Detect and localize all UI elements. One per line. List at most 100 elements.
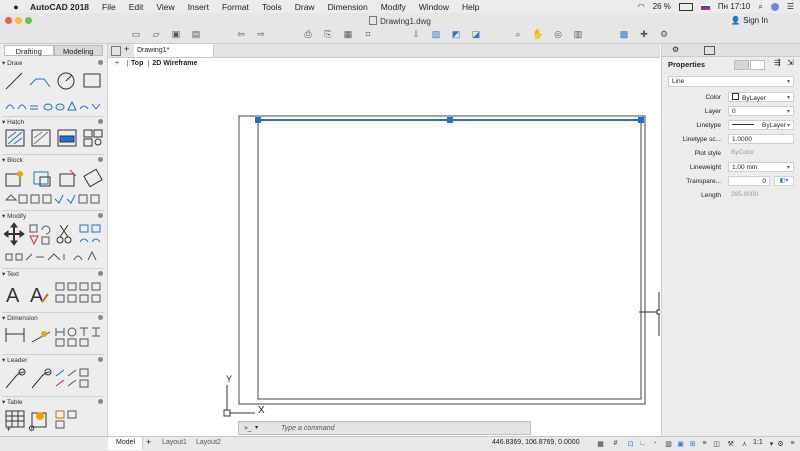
tab-drawing1[interactable]: Drawing1* [134,44,214,57]
isodraft-icon[interactable]: ▥ [664,439,673,448]
clock[interactable]: Пн 17:10 [718,2,750,11]
notification-center-icon[interactable]: ☰ [787,2,794,11]
menu-view[interactable]: View [156,2,174,12]
object-snap-tracking-icon[interactable]: ⊞ [688,439,697,448]
model-space-icon[interactable]: ▦ [596,439,605,448]
prop-lineweight-select[interactable]: 1.00 mm ▾ [728,162,794,172]
publish-icon[interactable]: ▦ [342,29,354,40]
save-as-icon[interactable]: ▤ [190,29,202,40]
section-text[interactable]: ▾ Text [2,270,105,278]
layer-icon[interactable]: ▧ [430,29,442,40]
drawing-canvas[interactable]: Y X [108,58,660,436]
section-options-icon[interactable] [98,399,103,404]
prop-color-select[interactable]: ByLayer ▾ [728,92,794,102]
menu-insert[interactable]: Insert [188,2,209,12]
coordinates-readout[interactable]: 446.8369, 106.8769, 0.0000 [492,439,580,446]
section-options-icon[interactable] [98,60,103,65]
sign-in-button[interactable]: 👤 Sign In [731,16,768,25]
select-objects-icon[interactable]: ⇲ [787,58,794,67]
flag-icon[interactable] [700,3,710,10]
view-manager-icon[interactable]: ▥ [572,29,584,40]
wifi-icon[interactable]: ◠ [638,2,645,11]
search-icon[interactable]: ⌕ [758,2,762,12]
prop-layer-select[interactable]: 0 ▾ [728,106,794,116]
snap-icon[interactable]: ⊡ [626,439,635,448]
annotation-scale-icon[interactable]: ⋏ [740,439,749,448]
add-palette-icon[interactable]: + [6,424,11,434]
apple-icon[interactable]: ● [10,2,22,12]
command-line[interactable]: >_ ▾ Type a command [238,421,531,435]
menu-app-name[interactable]: AutoCAD 2018 [30,2,89,12]
annotation-scale-value[interactable]: 1:1 [753,439,763,446]
section-hatch[interactable]: ▾ Hatch [2,118,105,126]
download-icon[interactable]: ⇩ [410,29,422,40]
tab-layout2[interactable]: Layout2 [196,439,221,446]
section-options-icon[interactable] [98,119,103,124]
transparency-mode-select[interactable]: ◧▾ [774,176,794,186]
section-options-icon[interactable] [98,271,103,276]
menu-tools[interactable]: Tools [262,2,282,12]
section-options-icon[interactable] [98,357,103,362]
workspace-icon[interactable]: ▩ [618,29,630,40]
section-leader[interactable]: ▾ Leader [2,356,105,364]
viewport-menu[interactable]: + [115,60,119,67]
batch-plot-icon[interactable]: ⎘ [322,29,334,40]
layers-tab-icon[interactable] [704,46,715,55]
palette-settings-icon[interactable]: ⚙ [28,424,35,433]
plot-icon[interactable]: ⎙ [302,29,314,40]
battery-icon[interactable] [678,2,693,11]
section-modify[interactable]: ▾ Modify [2,212,105,220]
chevron-down-icon[interactable]: ▾ [255,424,258,431]
tab-drafting[interactable]: Drafting [4,45,54,56]
app-store-icon[interactable]: ✚ [638,29,650,40]
open-file-icon[interactable]: ▱ [150,29,162,40]
menu-edit[interactable]: Edit [129,2,144,12]
section-table[interactable]: ▾ Table [2,398,105,406]
undo-icon[interactable]: ⇦ [235,29,247,40]
view-name[interactable]: Top [127,60,144,67]
new-file-icon[interactable]: ▭ [130,29,142,40]
settings-icon[interactable]: ⚙ [658,29,670,40]
my-toggle-icon[interactable] [750,60,765,70]
orbit-icon[interactable]: ◎ [552,29,564,40]
redo-icon[interactable]: ⇨ [255,29,267,40]
quick-select-icon[interactable]: ⇶ [774,58,781,67]
ortho-icon[interactable]: ∟ [638,439,647,448]
tab-modeling[interactable]: Modeling [53,45,103,56]
save-icon[interactable]: ▣ [170,29,182,40]
annotation-icon[interactable]: ⚒ [726,439,735,448]
battery-percent[interactable]: 26 % [653,2,671,11]
section-block[interactable]: ▾ Block [2,156,105,164]
add-layout-button[interactable]: + [146,437,151,447]
lineweight-display-icon[interactable]: ≡ [700,439,709,448]
scale-dropdown-icon[interactable]: ▾ [767,439,776,448]
grid-icon[interactable]: # [611,439,620,448]
menu-modify[interactable]: Modify [381,2,406,12]
transparency-icon[interactable]: ◫ [712,439,721,448]
siri-icon[interactable] [770,2,779,11]
polar-icon[interactable]: ◔ [650,439,659,448]
workspace-settings-icon[interactable]: ⚙ [776,439,785,448]
grid-view-icon[interactable] [111,46,121,56]
command-prompt-icon[interactable]: >_ [244,425,251,432]
menu-file[interactable]: File [102,2,116,12]
menu-draw[interactable]: Draw [295,2,315,12]
zoom-icon[interactable]: ⌕ [512,29,524,40]
menu-window[interactable]: Window [419,2,449,12]
prop-linetype-select[interactable]: ByLayer ▾ [728,120,794,130]
share-icon[interactable]: ⌗ [362,29,374,40]
tab-layout1[interactable]: Layout1 [162,439,187,446]
prop-linetype-scale-input[interactable]: 1.0000 [728,134,794,144]
menu-dimension[interactable]: Dimension [328,2,368,12]
new-tab-button[interactable]: + [124,44,129,54]
section-options-icon[interactable] [98,315,103,320]
prop-transparency-input[interactable]: 0 [728,176,770,186]
block-icon[interactable]: ◩ [450,29,462,40]
menu-help[interactable]: Help [462,2,479,12]
properties-tab-icon[interactable]: ⚙ [672,45,679,54]
pan-icon[interactable]: ✋ [532,29,544,40]
object-snap-icon[interactable]: ▣ [676,439,685,448]
object-type-select[interactable]: Line ▾ [668,76,794,87]
tab-model[interactable]: Model [116,439,135,446]
customization-icon[interactable]: ≡ [788,439,797,448]
